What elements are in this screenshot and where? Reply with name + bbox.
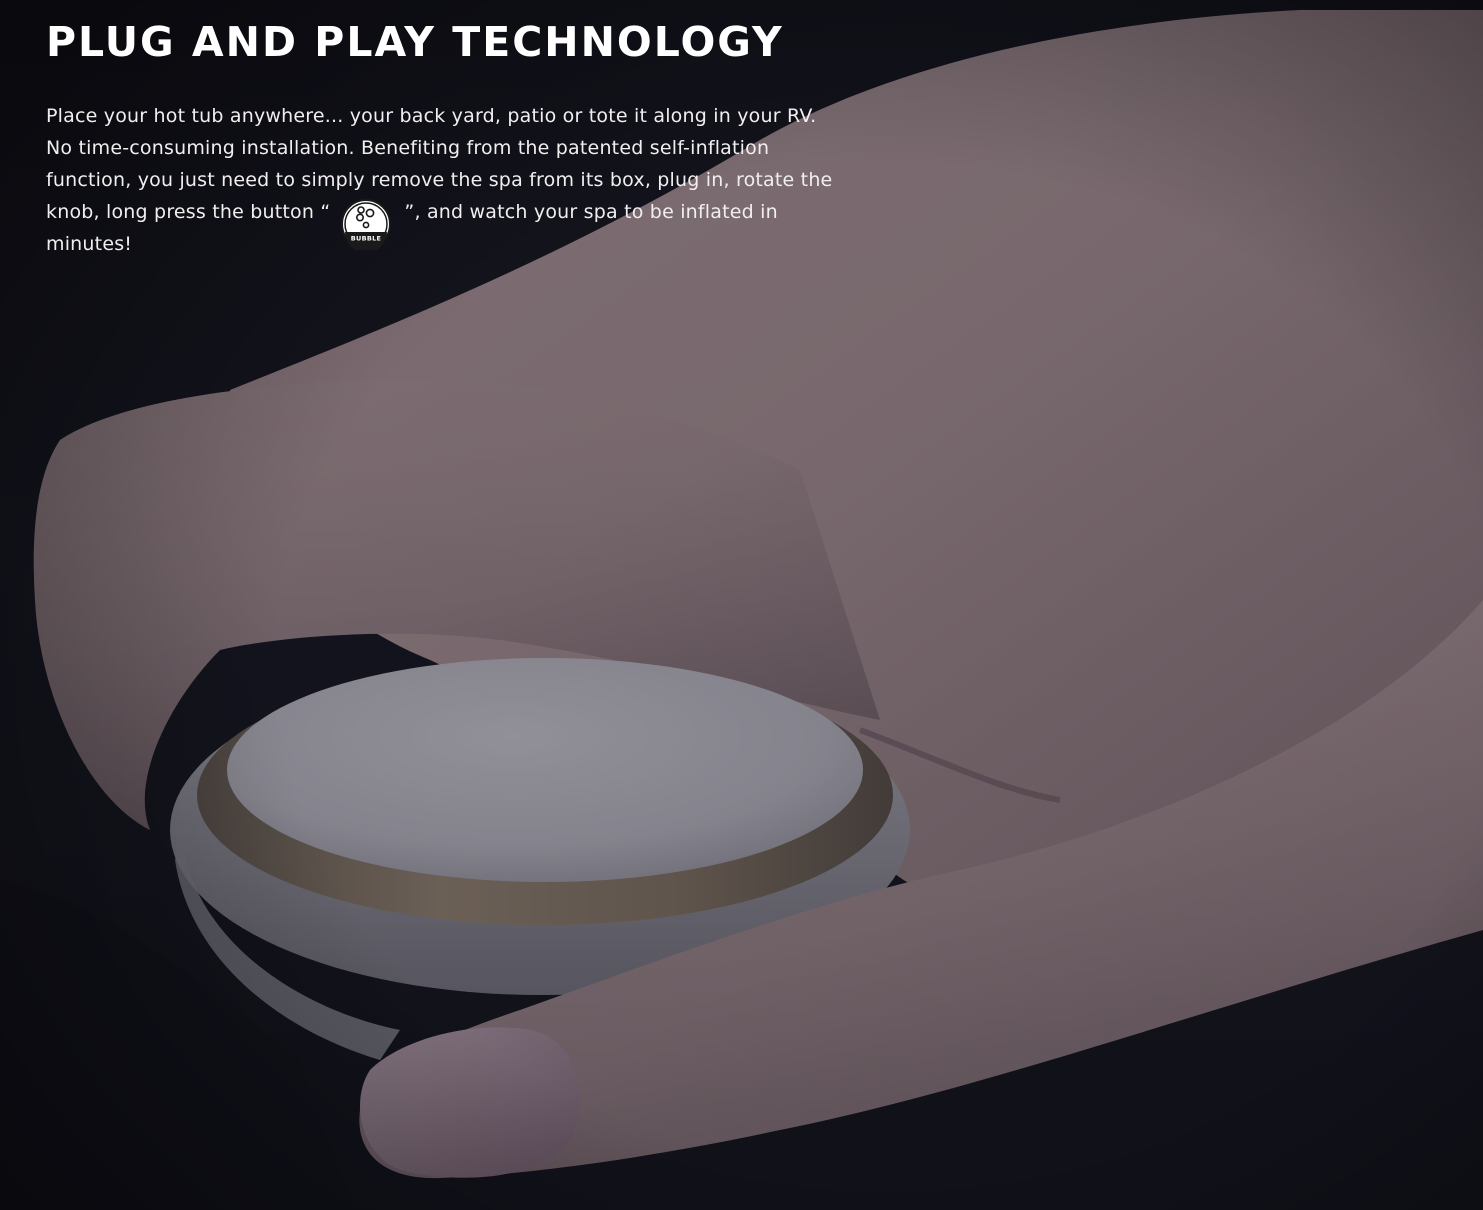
bubble-icon-label: BUBBLE bbox=[351, 234, 382, 242]
description-paragraph: Place your hot tub anywhere... your back… bbox=[46, 100, 846, 260]
page-title: PLUG AND PLAY TECHNOLOGY bbox=[46, 18, 784, 66]
text-block: PLUG AND PLAY TECHNOLOGY Place your hot … bbox=[46, 14, 846, 260]
bubble-button-icon: BUBBLE bbox=[341, 198, 392, 250]
page: PLUG AND PLAY TECHNOLOGY Place your hot … bbox=[0, 0, 1483, 1210]
